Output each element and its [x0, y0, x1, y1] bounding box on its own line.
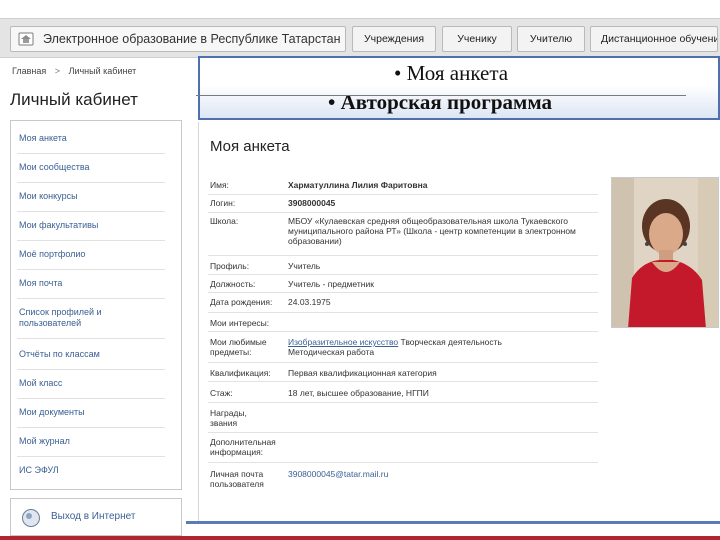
- home-icon: [17, 30, 35, 48]
- field-label-qualification: Квалификация:: [210, 368, 271, 378]
- profile-photo: [611, 177, 719, 328]
- sidebar-item-class-reports[interactable]: Отчёты по классам: [19, 349, 163, 360]
- portal-home-link[interactable]: Электронное образование в Республике Тат…: [10, 26, 346, 52]
- tab-student[interactable]: Ученику: [442, 26, 512, 52]
- sidebar-divider: [17, 153, 165, 154]
- field-label-position: Должность:: [210, 279, 256, 289]
- internet-exit-label: Выход в Интернет: [51, 511, 136, 522]
- field-value-qualification: Первая квалификационная категория: [288, 368, 437, 378]
- field-label-login: Логин:: [210, 198, 236, 208]
- slide-underline: [196, 95, 686, 96]
- sidebar-item-my-mail[interactable]: Моя почта: [19, 278, 163, 289]
- sidebar-divider: [17, 427, 165, 428]
- row-divider: [208, 292, 598, 293]
- internet-exit-link[interactable]: Выход в Интернет: [10, 498, 182, 536]
- tab-institutions[interactable]: Учреждения: [352, 26, 436, 52]
- sidebar-divider: [17, 298, 165, 299]
- sidebar-divider: [17, 182, 165, 183]
- field-label-name: Имя:: [210, 180, 229, 190]
- field-label-birthdate: Дата рождения:: [210, 297, 273, 307]
- field-value-profile: Учитель: [288, 261, 321, 271]
- field-label-additional-info: Дополнительная информация:: [210, 437, 276, 457]
- sidebar-item-my-profile[interactable]: Моя анкета: [19, 133, 163, 144]
- globe-icon: [21, 508, 41, 528]
- sidebar-item-my-journal[interactable]: Мой журнал: [19, 436, 163, 447]
- sidebar-item-is-efl[interactable]: ИС ЭФУЛ: [19, 465, 163, 476]
- sidebar-item-my-portfolio[interactable]: Моё портфолио: [19, 249, 163, 260]
- sidebar-item-my-documents[interactable]: Мои документы: [19, 407, 163, 418]
- sidebar-item-my-class[interactable]: Мой класс: [19, 378, 163, 389]
- row-divider: [208, 212, 598, 213]
- page-title: Личный кабинет: [10, 90, 138, 109]
- row-divider: [208, 312, 598, 313]
- breadcrumb-separator: >: [54, 66, 61, 76]
- row-divider: [208, 255, 598, 256]
- row-divider: [208, 194, 598, 195]
- sidebar-divider: [17, 211, 165, 212]
- row-divider: [208, 381, 598, 382]
- field-label-interests: Мои интересы:: [210, 318, 270, 328]
- field-label-awards: Награды, звания: [210, 408, 247, 428]
- sidebar-item-profiles-list[interactable]: Список профилей и пользователей: [19, 307, 129, 329]
- sidebar-item-my-communities[interactable]: Мои сообщества: [19, 162, 163, 173]
- field-value-personal-email[interactable]: 3908000045@tatar.mail.ru: [288, 469, 594, 479]
- sidebar-item-my-electives[interactable]: Мои факультативы: [19, 220, 163, 231]
- row-divider: [208, 432, 598, 433]
- sidebar-divider: [17, 398, 165, 399]
- breadcrumb-current: Личный кабинет: [68, 66, 137, 76]
- field-value-favorite-subjects: Изобразительное искусство Творческая дея…: [288, 337, 528, 357]
- breadcrumb-home[interactable]: Главная: [12, 66, 46, 76]
- sidebar-divider: [17, 369, 165, 370]
- slide-bottom-blue-line: [186, 521, 720, 524]
- row-divider: [208, 402, 598, 403]
- breadcrumb: Главная > Личный кабинет: [12, 66, 136, 76]
- field-label-personal-email: Личная почта пользователя: [210, 469, 264, 489]
- sidebar-divider: [17, 240, 165, 241]
- profile-heading: Моя анкета: [210, 138, 290, 155]
- field-label-experience: Стаж:: [210, 388, 233, 398]
- tab-teacher[interactable]: Учителю: [517, 26, 585, 52]
- top-navigation-bar: Электронное образование в Республике Тат…: [0, 18, 720, 58]
- field-value-position: Учитель - предметник: [288, 279, 374, 289]
- field-label-school: Школа:: [210, 216, 239, 226]
- portal-title: Электронное образование в Республике Тат…: [43, 32, 341, 46]
- sidebar-divider: [17, 269, 165, 270]
- sidebar-item-my-contests[interactable]: Мои конкурсы: [19, 191, 163, 202]
- field-value-school: МБОУ «Кулаевская средняя общеобразовател…: [288, 216, 576, 246]
- sidebar-menu: Моя анкета Мои сообщества Мои конкурсы М…: [10, 120, 182, 490]
- field-value-experience: 18 лет, высшее образование, НГПИ: [288, 388, 429, 398]
- row-divider: [208, 362, 598, 363]
- row-divider: [208, 331, 598, 332]
- row-divider: [208, 274, 598, 275]
- field-value-name: Харматуллина Лилия Фаритовна: [288, 180, 428, 190]
- slide-bullet-author-program: • Авторская программа: [328, 90, 552, 114]
- field-value-birthdate: 24.03.1975: [288, 297, 331, 307]
- slide-bottom-red-line: [0, 536, 720, 540]
- row-divider: [208, 462, 598, 463]
- field-label-favorite-subjects: Мои любимые предметы:: [210, 337, 267, 357]
- field-label-profile: Профиль:: [210, 261, 250, 271]
- field-value-login: 3908000045: [288, 198, 336, 208]
- slide-title-box: • Моя анкета • Авторская программа: [198, 56, 720, 120]
- favorite-subject-link[interactable]: Изобразительное искусство: [288, 337, 398, 347]
- sidebar-divider: [17, 456, 165, 457]
- sidebar-divider: [17, 338, 165, 339]
- slide-bullet-my-profile: • Моя анкета: [394, 61, 509, 85]
- tab-distance-learning[interactable]: Дистанционное обучение: [590, 26, 718, 52]
